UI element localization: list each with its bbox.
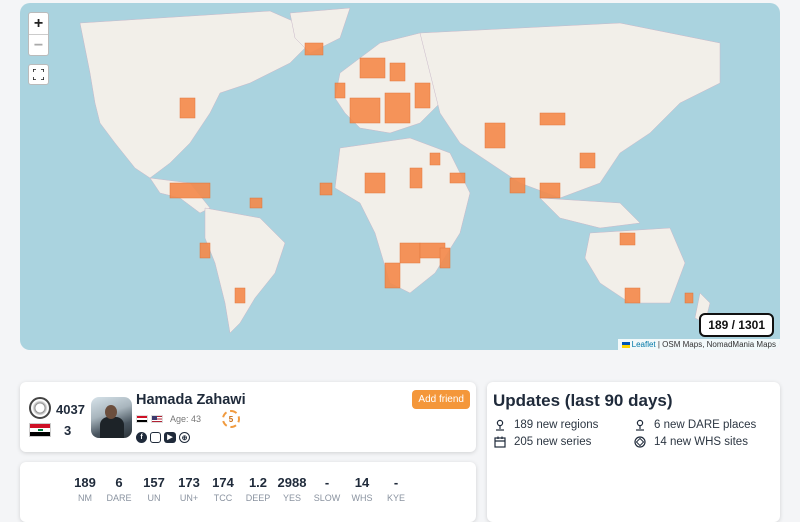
leaflet-link[interactable]: Leaflet xyxy=(632,340,656,349)
zoom-controls: + − xyxy=(28,12,49,56)
map-tiles[interactable] xyxy=(20,3,780,350)
update-new-series[interactable]: 205 new series xyxy=(494,436,591,448)
update-text: 6 new DARE places xyxy=(654,419,757,431)
attribution-text: | OSM Maps, NomadMania Maps xyxy=(655,340,776,349)
updates-title: Updates (last 90 days) xyxy=(493,391,673,410)
update-new-dare[interactable]: 6 new DARE places xyxy=(634,419,756,431)
facebook-icon[interactable]: f xyxy=(136,432,147,443)
update-new-regions[interactable]: 189 new regions xyxy=(494,419,598,431)
web-icon[interactable]: ⊕ xyxy=(179,432,190,443)
nationality-row: Age: 43 xyxy=(136,414,201,424)
stats-card: 189 NM 6 DARE 157 UN 173 UN+ 174 TCC 1.2 DEEP … xyxy=(20,462,476,522)
map-pin-icon xyxy=(636,419,644,431)
country-count: 3 xyxy=(64,423,72,438)
user-name[interactable]: Hamada Zahawi xyxy=(136,392,246,408)
usa-flag-icon xyxy=(151,415,163,423)
stat-value: - xyxy=(393,475,399,490)
profile-card: 4037 3 Hamada Zahawi Age: 43 5 f ▶ ⊕ Add… xyxy=(20,382,476,452)
update-text: 14 new WHS sites xyxy=(654,436,748,448)
globe-badge-icon xyxy=(29,397,51,419)
iraq-flag-icon xyxy=(136,415,148,423)
instagram-icon[interactable] xyxy=(150,432,161,443)
updates-card: Updates (last 90 days) 189 new regions 6… xyxy=(487,382,780,522)
avatar[interactable] xyxy=(91,397,132,438)
zoom-in-button[interactable]: + xyxy=(29,13,48,34)
map-pin-icon xyxy=(496,419,504,431)
fullscreen-icon xyxy=(33,69,44,80)
map-attribution: Leaflet | OSM Maps, NomadMania Maps xyxy=(617,339,780,350)
youtube-icon[interactable]: ▶ xyxy=(164,432,176,443)
calendar-series-icon xyxy=(494,436,506,448)
world-map[interactable]: + − 189 / 1301 Leaflet | OSM Maps, Nomad… xyxy=(20,3,780,350)
whs-icon xyxy=(634,436,646,448)
age-label: Age: 43 xyxy=(170,414,202,424)
ukraine-flag-icon xyxy=(621,341,630,348)
add-friend-button[interactable]: Add friend xyxy=(412,390,470,409)
iraq-flag-icon xyxy=(29,423,51,437)
stat-kye[interactable]: - KYE xyxy=(374,475,418,503)
social-links: f ▶ ⊕ xyxy=(136,432,190,443)
update-new-whs[interactable]: 14 new WHS sites xyxy=(634,436,748,448)
stat-label: KYE xyxy=(386,493,405,503)
visited-counter-badge: 189 / 1301 xyxy=(699,313,774,337)
update-text: 205 new series xyxy=(514,436,592,448)
update-text: 189 new regions xyxy=(514,419,599,431)
fullscreen-button[interactable] xyxy=(28,64,49,85)
badge-count: 4037 xyxy=(56,402,85,417)
zoom-out-button[interactable]: − xyxy=(29,34,48,55)
level-badge: 5 xyxy=(222,410,240,428)
